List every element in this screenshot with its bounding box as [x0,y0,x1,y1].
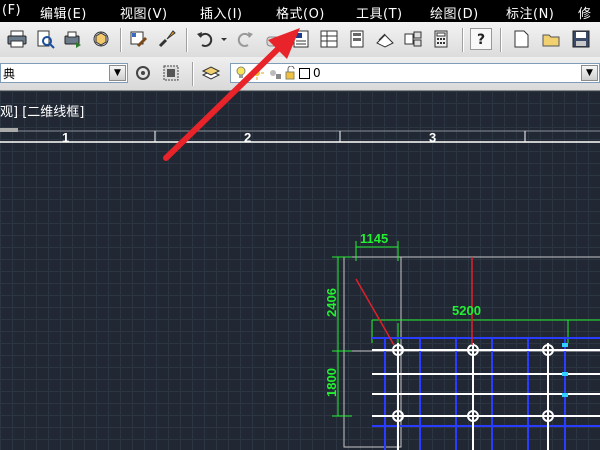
drawing-canvas[interactable]: 观] [二维线框] 1 2 3 1145 2406 5200 1800 [0,91,600,450]
publish-icon[interactable] [62,28,84,50]
3d-dwf-icon[interactable] [90,28,112,50]
toolbar-separator [462,28,463,52]
markup-icon[interactable] [402,28,424,50]
toolbar-separator [500,28,501,52]
print-icon[interactable] [6,28,28,50]
menu-insert[interactable]: 插入(I) [200,3,242,22]
save-icon[interactable] [570,28,592,50]
design-center-icon[interactable] [318,28,340,50]
menu-dimension[interactable]: 标注(N) [506,3,554,22]
dimension-height-top: 2406 [324,288,339,317]
floor-plan-drawing [332,241,600,450]
undo-icon[interactable] [194,28,216,50]
properties-icon[interactable] [290,28,312,50]
dimension-height-bottom: 1800 [324,368,339,397]
dimension-span: 5200 [452,303,481,318]
layer-properties-icon[interactable] [200,62,222,84]
text-style-combo[interactable]: 典 ▼ [0,63,128,83]
help-icon[interactable]: ? [470,28,492,50]
standard-toolbar: ? [0,22,600,58]
redo-icon[interactable] [234,28,256,50]
menu-tools[interactable]: 工具(T) [356,3,403,22]
toolbar-separator [192,62,193,86]
sun-icon [250,66,264,80]
menu-bar: (F) 编辑(E) 视图(V) 插入(I) 格式(O) 工具(T) 绘图(D) … [0,0,600,22]
chevron-down-icon[interactable]: ▼ [109,65,126,81]
print-preview-icon[interactable] [34,28,56,50]
toolbar-separator [120,28,121,52]
sheet-set-icon[interactable] [374,28,396,50]
text-style-value: 典 [3,67,16,81]
tool-palettes-icon[interactable] [346,28,368,50]
menu-format[interactable]: 格式(O) [276,3,325,22]
layer-name: 0 [313,66,321,80]
viewport-freeze-icon [270,70,281,79]
menu-file[interactable]: (F) [2,3,21,18]
toolbar-separator [186,28,187,52]
menu-view[interactable]: 视图(V) [120,3,168,22]
undo-dropdown-icon[interactable] [218,28,230,50]
brush-icon[interactable] [156,28,178,50]
dimension-width-top: 1145 [360,231,389,246]
menu-modify[interactable]: 修 [578,3,592,22]
menu-draw[interactable]: 绘图(D) [430,3,479,22]
calculator-icon[interactable] [430,28,452,50]
match-properties-icon[interactable] [128,28,150,50]
chevron-down-icon[interactable]: ▼ [581,65,598,81]
layer-combo[interactable]: 0 ▼ [230,63,600,83]
pan-icon[interactable] [262,28,284,50]
lightbulb-icon [236,66,246,78]
svg-text:?: ? [477,32,485,48]
dimension-style-icon[interactable] [132,62,154,84]
table-style-icon[interactable] [160,62,182,84]
open-folder-icon[interactable] [540,28,562,50]
new-file-icon[interactable] [510,28,532,50]
unlock-icon [285,66,295,80]
styles-layers-toolbar: 典 ▼ 0 ▼ [0,57,600,91]
layer-state-icons: 0 [235,64,321,82]
layer-color-swatch [299,67,310,79]
menu-edit[interactable]: 编辑(E) [40,3,87,22]
